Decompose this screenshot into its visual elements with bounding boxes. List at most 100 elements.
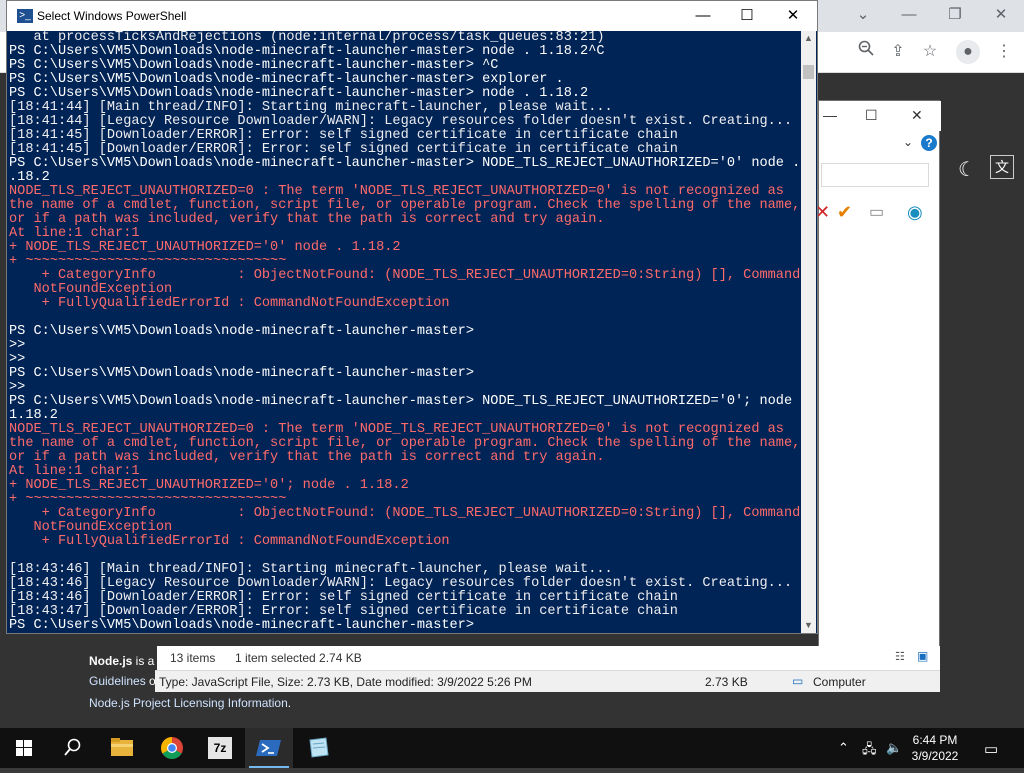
scroll-down-arrow-icon[interactable]: ▼	[801, 618, 816, 633]
explorer-toolbar: ✕ ✔ ▭ ◉	[815, 199, 941, 227]
console-line: [18:41:45] [Downloader/ERROR]: Error: se…	[9, 128, 678, 143]
share-icon[interactable]: ⇪	[886, 40, 910, 64]
console-line: NODE_TLS_REJECT_UNAUTHORIZED=0 : The ter…	[9, 184, 784, 199]
console-line: at processTicksAndRejections (node:inter…	[9, 31, 605, 45]
console-line: + NODE_TLS_REJECT_UNAUTHORIZED='0'; node…	[9, 478, 409, 493]
help-icon[interactable]: ?	[921, 135, 937, 151]
powershell-icon	[256, 740, 281, 756]
close-button[interactable]: ✕	[771, 5, 815, 27]
console-line: At line:1 char:1	[9, 226, 140, 241]
vertical-scrollbar[interactable]: ▲ ▼	[801, 31, 816, 633]
dark-mode-moon-icon[interactable]: ☾	[958, 157, 976, 182]
selection-info: 1 item selected 2.74 KB	[235, 651, 362, 665]
console-line: PS C:\Users\VM5\Downloads\node-minecraft…	[9, 366, 474, 381]
minimize-button[interactable]: —	[681, 5, 725, 27]
console-line: [18:43:47] [Downloader/ERROR]: Error: se…	[9, 604, 678, 619]
restore-icon[interactable]: ❐	[940, 4, 970, 26]
volume-icon[interactable]: 🔈	[886, 740, 902, 756]
console-line: the name of a cmdlet, function, script f…	[9, 436, 801, 451]
folder-icon	[111, 738, 133, 756]
zoom-icon[interactable]	[854, 40, 878, 64]
taskbar-chrome[interactable]	[148, 728, 196, 768]
console-line: >>	[9, 338, 26, 353]
taskbar-notepad[interactable]	[294, 728, 342, 768]
menu-icon[interactable]: ⋮	[992, 40, 1016, 64]
minimize-icon[interactable]: —	[894, 4, 924, 26]
maximize-icon[interactable]: ☐	[865, 107, 878, 124]
console-line: + CategoryInfo : ObjectNotFound: (NODE_T…	[9, 268, 801, 283]
translate-icon[interactable]: 文	[990, 155, 1014, 179]
show-hidden-icons-icon[interactable]: ⌃	[838, 740, 849, 756]
console-line: or if a path was included, verify that t…	[9, 212, 605, 227]
console-line: + FullyQualifiedErrorId : CommandNotFoun…	[9, 534, 450, 549]
explorer-titlebar: — ☐ ✕	[819, 101, 941, 131]
profile-avatar-icon[interactable]: ●	[956, 40, 980, 64]
console-line: NotFoundException	[9, 282, 173, 297]
console-line: or if a path was included, verify that t…	[9, 450, 605, 465]
console-line: PS C:\Users\VM5\Downloads\node-minecraft…	[9, 618, 474, 633]
notifications-icon[interactable]: ▭	[984, 740, 998, 758]
explorer-status-bar: 13 items 1 item selected 2.74 KB ☷ ▣	[157, 646, 940, 670]
minimize-icon[interactable]: —	[823, 107, 837, 123]
console-line: + CategoryInfo : ObjectNotFound: (NODE_T…	[9, 506, 801, 521]
console-line: + FullyQualifiedErrorId : CommandNotFoun…	[9, 296, 450, 311]
file-details: Type: JavaScript File, Size: 2.73 KB, Da…	[159, 675, 532, 689]
maximize-button[interactable]: ☐	[725, 5, 769, 27]
checkmark-icon[interactable]: ✔	[837, 202, 852, 223]
console-output[interactable]: at processTicksAndRejections (node:inter…	[8, 31, 803, 633]
console-line: PS C:\Users\VM5\Downloads\node-minecraft…	[9, 324, 474, 339]
file-size: 2.73 KB	[705, 675, 748, 689]
powershell-icon: >_	[17, 9, 33, 23]
taskbar-7zip[interactable]: 7z	[196, 728, 244, 768]
console-line: + NODE_TLS_REJECT_UNAUTHORIZED='0' node …	[9, 240, 401, 255]
details-view-icon[interactable]: ☷	[895, 650, 905, 663]
network-icon[interactable]: 🖧	[862, 740, 877, 762]
console-line: [18:43:46] [Downloader/ERROR]: Error: se…	[9, 590, 678, 605]
item-count: 13 items	[170, 651, 216, 665]
clock-time: 6:44 PM	[912, 733, 958, 747]
file-explorer-window: — ☐ ✕ ⌄ ? ✕ ✔ ▭ ◉	[815, 100, 941, 690]
large-icons-view-icon[interactable]: ▣	[917, 649, 928, 663]
ribbon-expand-icon[interactable]: ⌄	[903, 135, 913, 149]
rename-icon[interactable]: ▭	[869, 202, 884, 222]
7zip-icon: 7z	[208, 737, 232, 759]
taskbar-powershell[interactable]	[245, 728, 293, 768]
console-line: + ~~~~~~~~~~~~~~~~~~~~~~~~~~~~~~~~	[9, 254, 287, 269]
powershell-window: >_ Select Windows PowerShell — ☐ ✕ at pr…	[6, 0, 818, 634]
console-line: [18:41:44] [Main thread/INFO]: Starting …	[9, 100, 613, 115]
console-line: [18:41:45] [Downloader/ERROR]: Error: se…	[9, 142, 678, 157]
console-line: PS C:\Users\VM5\Downloads\node-minecraft…	[9, 72, 564, 87]
tab-search-icon[interactable]: ⌄	[848, 4, 878, 26]
console-line: NODE_TLS_REJECT_UNAUTHORIZED=0 : The ter…	[9, 422, 784, 437]
location-label: Computer	[813, 675, 866, 689]
close-icon[interactable]: ✕	[911, 107, 923, 124]
globe-icon[interactable]: ◉	[907, 202, 923, 223]
close-icon[interactable]: ✕	[986, 4, 1016, 26]
window-title: Select Windows PowerShell	[37, 9, 187, 23]
nodejs-description: Node.js is a t	[89, 654, 162, 668]
console-line: PS C:\Users\VM5\Downloads\node-minecraft…	[9, 86, 589, 101]
console-line: + ~~~~~~~~~~~~~~~~~~~~~~~~~~~~~~~~	[9, 492, 287, 507]
search-icon	[64, 738, 81, 756]
scroll-thumb[interactable]	[803, 65, 814, 79]
console-line: .18.2	[9, 170, 50, 185]
explorer-search-box[interactable]	[821, 163, 929, 187]
clock[interactable]: 6:44 PM 3/9/2022	[903, 732, 967, 764]
console-line: At line:1 char:1	[9, 464, 140, 479]
taskbar: 7z ⌃ 🖧 🔈 6:44 PM 3/9/2022 ▭	[0, 728, 1024, 768]
scroll-up-arrow-icon[interactable]: ▲	[801, 31, 816, 46]
licensing-link[interactable]: Node.js Project Licensing Information	[89, 696, 288, 710]
taskbar-file-explorer[interactable]	[98, 728, 146, 768]
console-line: 1.18.2	[9, 408, 58, 423]
console-lines: at processTicksAndRejections (node:inter…	[9, 31, 803, 633]
console-line: NotFoundException	[9, 520, 173, 535]
bookmark-star-icon[interactable]: ☆	[918, 40, 942, 64]
search-button[interactable]	[48, 728, 96, 768]
console-line: [18:43:46] [Main thread/INFO]: Starting …	[9, 562, 613, 577]
start-button[interactable]	[0, 728, 48, 768]
guidelines-link[interactable]: Guidelines	[89, 674, 146, 688]
console-line: PS C:\Users\VM5\Downloads\node-minecraft…	[9, 58, 499, 73]
console-line: [18:43:46] [Legacy Resource Downloader/W…	[9, 576, 793, 591]
